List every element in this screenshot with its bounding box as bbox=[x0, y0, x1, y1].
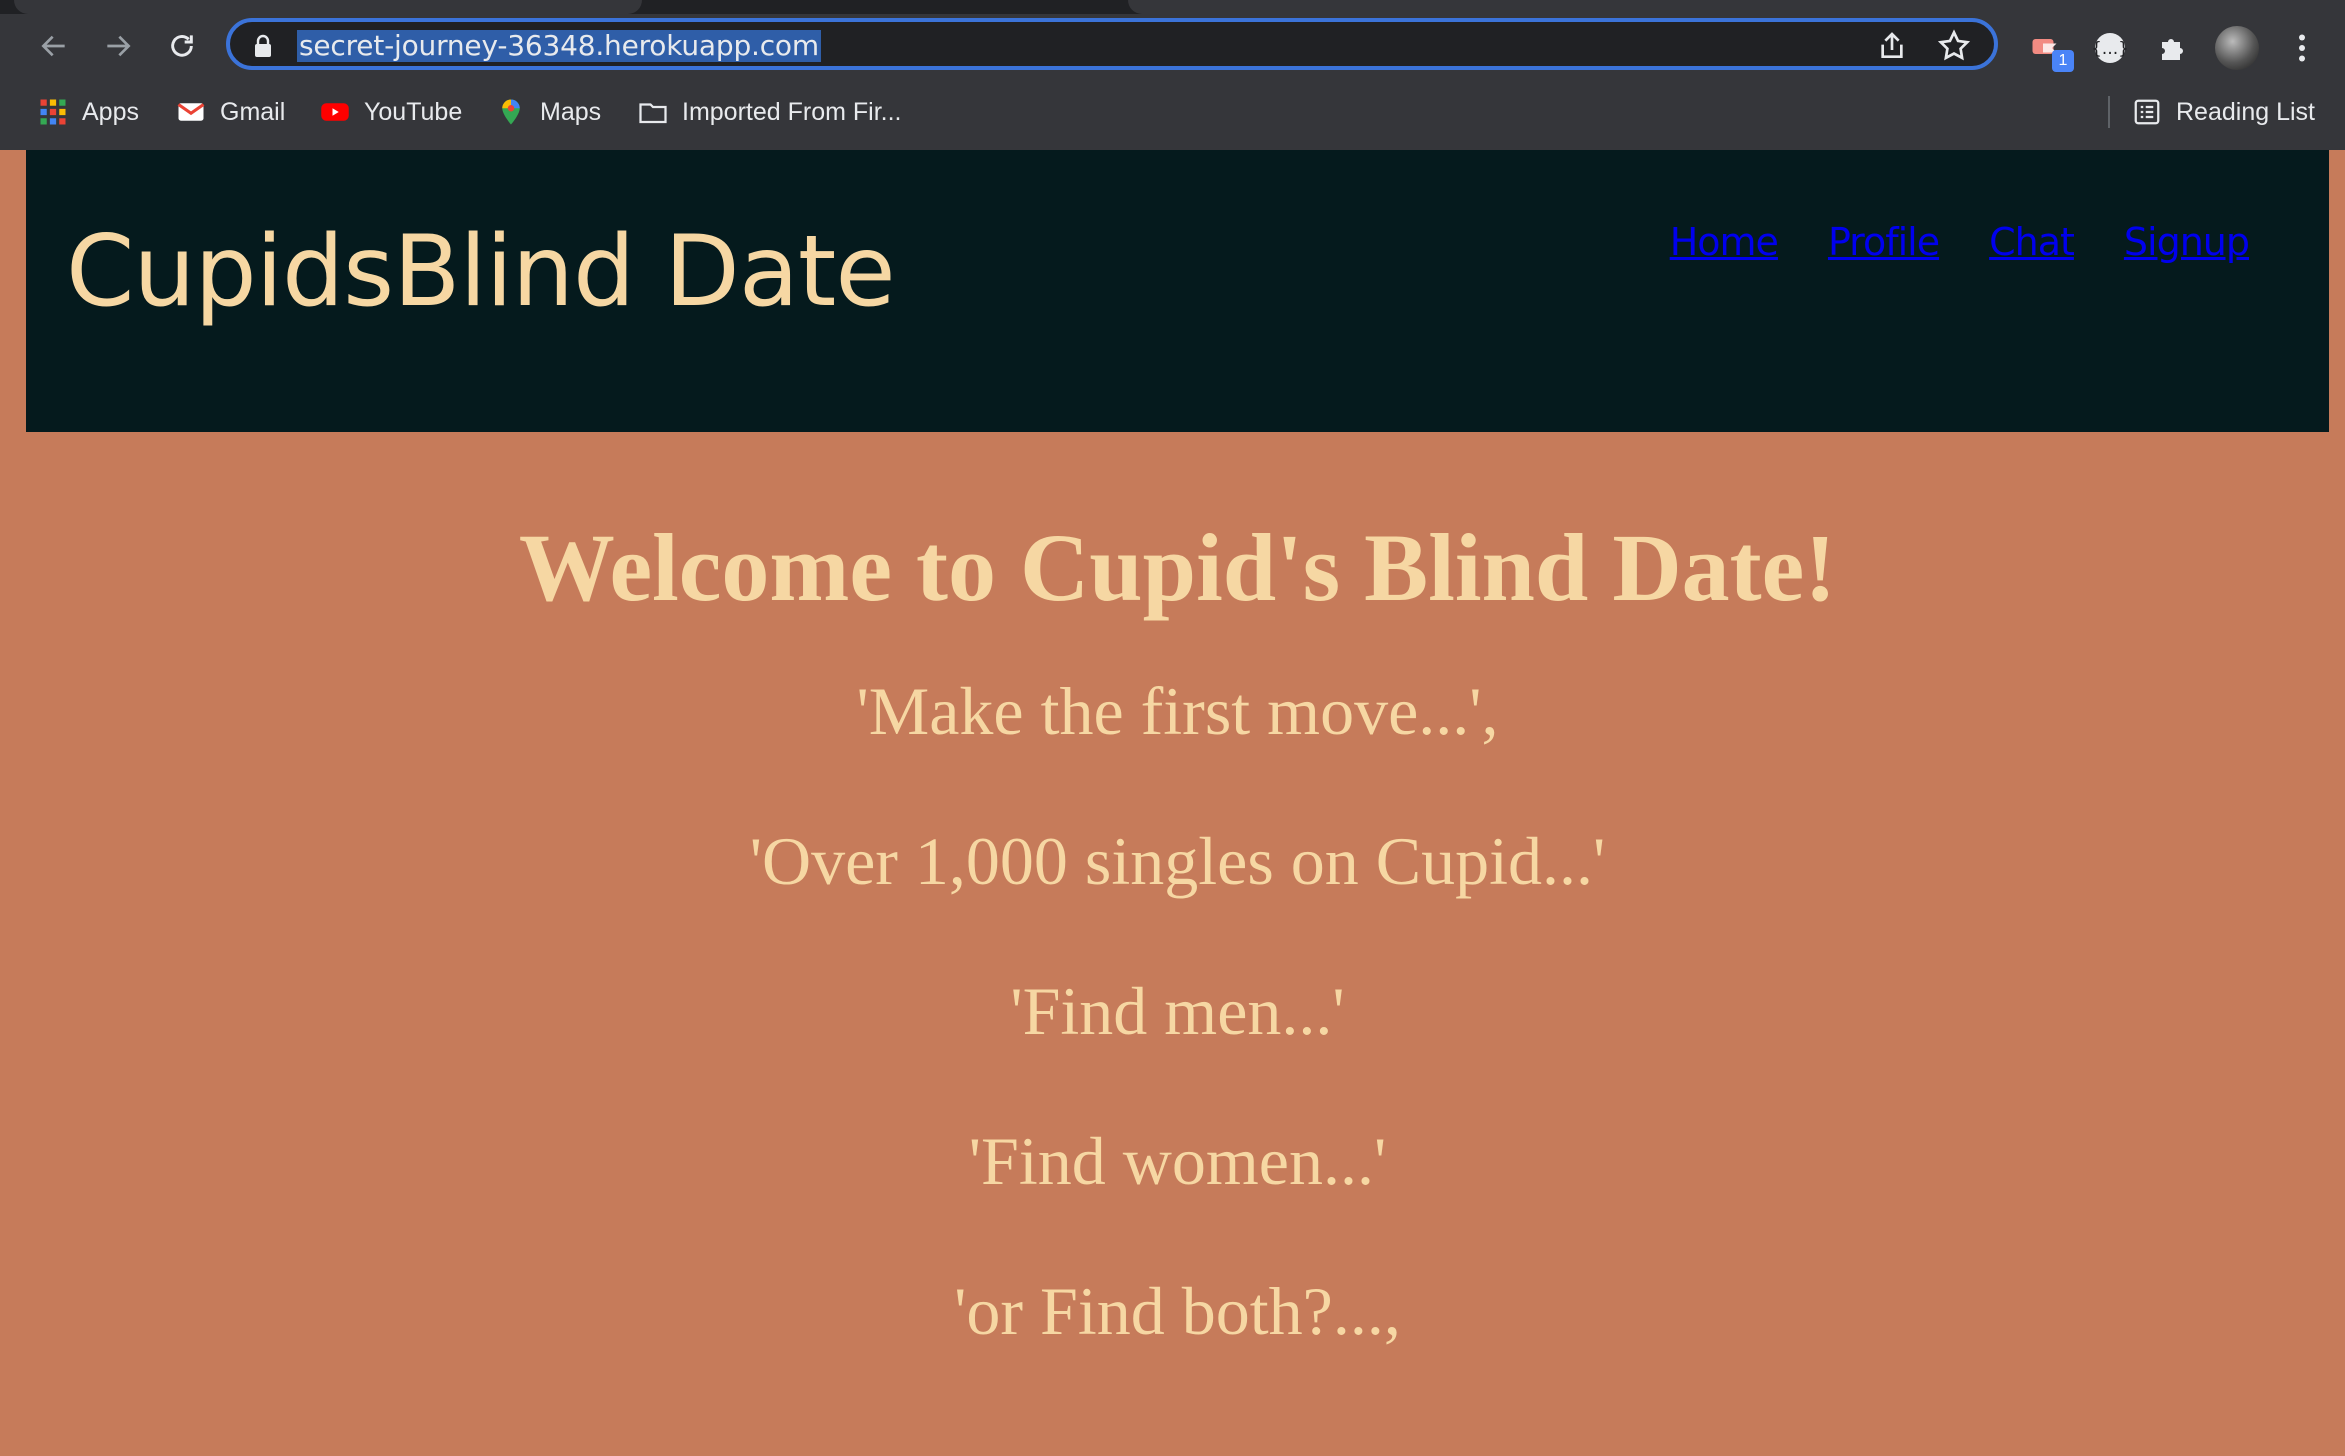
bookmark-label: Imported From Fir... bbox=[682, 97, 902, 126]
folder-icon bbox=[639, 103, 667, 124]
site-title: CupidsBlind Date bbox=[66, 215, 896, 329]
bookmark-folder[interactable]: Imported From Fir... bbox=[638, 88, 901, 136]
bookmark-label: Apps bbox=[82, 97, 139, 126]
bookmark-apps[interactable]: Apps bbox=[38, 88, 139, 136]
tab[interactable] bbox=[1128, 0, 2345, 14]
forward-button[interactable] bbox=[96, 24, 140, 68]
bookmark-label: Maps bbox=[540, 97, 602, 126]
bookmark-label: YouTube bbox=[364, 97, 463, 126]
nav-link-home[interactable]: Home bbox=[1670, 220, 1779, 264]
bookmark-maps[interactable]: Maps bbox=[496, 88, 601, 136]
arrow-left-icon bbox=[41, 35, 65, 57]
code-braces-icon: {…} bbox=[2092, 33, 2128, 63]
menu-button[interactable] bbox=[2280, 26, 2324, 70]
web-page: CupidsBlind Date Home Profile Chat Signu… bbox=[10, 150, 2335, 1456]
reading-list-label: Reading List bbox=[2176, 97, 2315, 126]
nav-link-profile[interactable]: Profile bbox=[1828, 220, 1940, 264]
profile-avatar[interactable] bbox=[2215, 26, 2259, 70]
puzzle-icon bbox=[2162, 39, 2183, 60]
tagline: 'Make the first move...', bbox=[856, 673, 1499, 749]
tagline: 'Find men...' bbox=[1010, 973, 1345, 1049]
site-header: CupidsBlind Date Home Profile Chat Signu… bbox=[26, 150, 2329, 432]
bookmarks-bar: Apps Gmail YouTube Maps Imported From Fi… bbox=[0, 88, 2345, 136]
nav-link-chat[interactable]: Chat bbox=[1989, 220, 2075, 264]
url-text[interactable]: secret-journey-36348.herokuapp.com bbox=[297, 30, 821, 62]
maps-pin-icon bbox=[502, 99, 520, 125]
tagline: 'Over 1,000 singles on Cupid...' bbox=[749, 823, 1606, 899]
more-vert-icon bbox=[2299, 34, 2305, 62]
tagline: 'Find women...' bbox=[968, 1123, 1387, 1199]
browser-toolbar: secret-journey-36348.herokuapp.com 1 {…} bbox=[0, 14, 2345, 80]
site-nav: Home Profile Chat Signup bbox=[1670, 220, 2250, 264]
share-icon[interactable] bbox=[1876, 30, 1908, 62]
apps-grid-icon bbox=[40, 99, 66, 125]
tagline: 'or Find both?..., bbox=[954, 1273, 1401, 1349]
reload-icon bbox=[171, 35, 193, 57]
browser-chrome: secret-journey-36348.herokuapp.com 1 {…}… bbox=[0, 0, 2345, 150]
gmail-icon bbox=[177, 103, 205, 121]
extension-button[interactable]: {…} bbox=[2088, 26, 2132, 70]
extensions-button[interactable] bbox=[2152, 26, 2196, 70]
youtube-icon bbox=[321, 103, 349, 121]
bookmark-label: Gmail bbox=[220, 97, 286, 126]
svg-text:{…}: {…} bbox=[2092, 39, 2128, 58]
nav-link-signup[interactable]: Signup bbox=[2124, 220, 2250, 264]
address-bar[interactable]: secret-journey-36348.herokuapp.com bbox=[226, 18, 1998, 70]
bookmarks-divider bbox=[2108, 96, 2110, 128]
tab[interactable] bbox=[14, 0, 642, 14]
bookmark-youtube[interactable]: YouTube bbox=[320, 88, 462, 136]
back-button[interactable] bbox=[32, 24, 76, 68]
extension-badge: 1 bbox=[2052, 50, 2074, 72]
arrow-right-icon bbox=[107, 35, 131, 57]
tab-strip bbox=[0, 0, 2345, 14]
bookmark-gmail[interactable]: Gmail bbox=[176, 88, 285, 136]
reading-list-button[interactable]: Reading List bbox=[2132, 88, 2315, 136]
lock-icon bbox=[255, 34, 271, 57]
extension-button[interactable]: 1 bbox=[2024, 26, 2074, 72]
reload-button[interactable] bbox=[160, 24, 204, 68]
bookmark-star-icon[interactable] bbox=[1936, 28, 1972, 64]
reading-list-icon bbox=[2134, 99, 2160, 125]
welcome-heading: Welcome to Cupid's Blind Date! bbox=[518, 514, 1837, 621]
